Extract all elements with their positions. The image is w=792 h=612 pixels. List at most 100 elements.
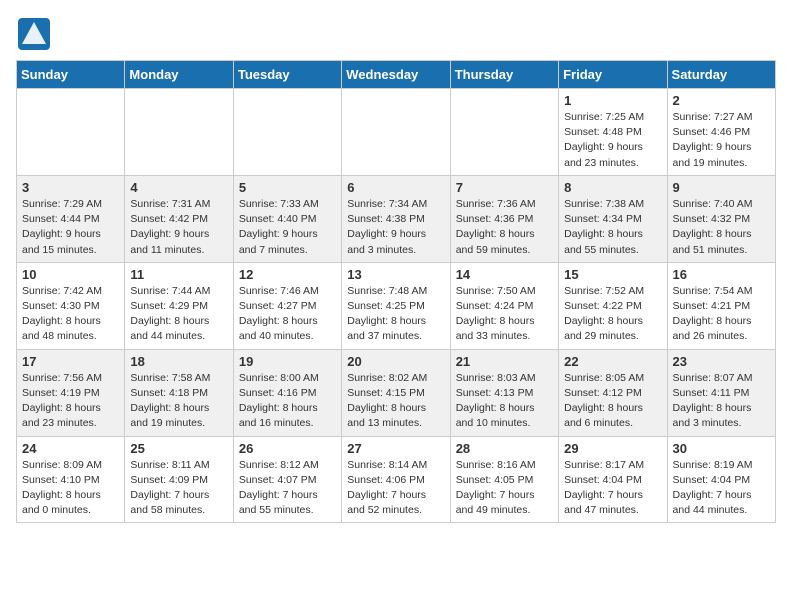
day-info: Sunrise: 7:31 AM Sunset: 4:42 PM Dayligh… (130, 197, 227, 258)
day-number: 14 (456, 267, 553, 282)
day-info: Sunrise: 7:44 AM Sunset: 4:29 PM Dayligh… (130, 284, 227, 345)
calendar-cell: 15 Sunrise: 7:52 AM Sunset: 4:22 PM Dayli… (559, 262, 667, 349)
day-number: 30 (673, 441, 770, 456)
calendar-cell: 22 Sunrise: 8:05 AM Sunset: 4:12 PM Dayli… (559, 349, 667, 436)
day-number: 3 (22, 180, 119, 195)
day-number: 9 (673, 180, 770, 195)
day-info: Sunrise: 8:03 AM Sunset: 4:13 PM Dayligh… (456, 371, 553, 432)
calendar-week-row: 3Sunrise: 7:29 AM Sunset: 4:44 PM Daylig… (17, 175, 776, 262)
day-number: 26 (239, 441, 336, 456)
calendar-cell: 19 Sunrise: 8:00 AM Sunset: 4:16 PM Dayli… (233, 349, 341, 436)
calendar-cell: 5Sunrise: 7:33 AM Sunset: 4:40 PM Daylig… (233, 175, 341, 262)
day-info: Sunrise: 8:19 AM Sunset: 4:04 PM Dayligh… (673, 458, 770, 519)
day-number: 8 (564, 180, 661, 195)
day-info: Sunrise: 8:05 AM Sunset: 4:12 PM Dayligh… (564, 371, 661, 432)
day-info: Sunrise: 8:17 AM Sunset: 4:04 PM Dayligh… (564, 458, 661, 519)
calendar-table: SundayMondayTuesdayWednesdayThursdayFrid… (16, 60, 776, 523)
page-header (16, 16, 776, 52)
day-number: 11 (130, 267, 227, 282)
calendar-cell: 27 Sunrise: 8:14 AM Sunset: 4:06 PM Dayli… (342, 436, 450, 523)
calendar-cell: 18 Sunrise: 7:58 AM Sunset: 4:18 PM Dayli… (125, 349, 233, 436)
day-number: 4 (130, 180, 227, 195)
day-number: 19 (239, 354, 336, 369)
day-number: 17 (22, 354, 119, 369)
calendar-cell (17, 89, 125, 176)
day-number: 29 (564, 441, 661, 456)
day-of-week-header: Saturday (667, 61, 775, 89)
day-of-week-header: Sunday (17, 61, 125, 89)
day-info: Sunrise: 8:11 AM Sunset: 4:09 PM Dayligh… (130, 458, 227, 519)
calendar-cell: 8 Sunrise: 7:38 AM Sunset: 4:34 PM Daylig… (559, 175, 667, 262)
calendar-cell: 7Sunrise: 7:36 AM Sunset: 4:36 PM Daylig… (450, 175, 558, 262)
calendar-cell: 30 Sunrise: 8:19 AM Sunset: 4:04 PM Dayli… (667, 436, 775, 523)
day-number: 22 (564, 354, 661, 369)
calendar-cell (125, 89, 233, 176)
calendar-cell: 25 Sunrise: 8:11 AM Sunset: 4:09 PM Dayli… (125, 436, 233, 523)
day-info: Sunrise: 7:33 AM Sunset: 4:40 PM Dayligh… (239, 197, 336, 258)
day-number: 21 (456, 354, 553, 369)
calendar-cell: 17 Sunrise: 7:56 AM Sunset: 4:19 PM Dayli… (17, 349, 125, 436)
day-info: Sunrise: 7:34 AM Sunset: 4:38 PM Dayligh… (347, 197, 444, 258)
day-number: 10 (22, 267, 119, 282)
day-info: Sunrise: 7:58 AM Sunset: 4:18 PM Dayligh… (130, 371, 227, 432)
day-info: Sunrise: 7:48 AM Sunset: 4:25 PM Dayligh… (347, 284, 444, 345)
day-number: 20 (347, 354, 444, 369)
calendar-cell: 13 Sunrise: 7:48 AM Sunset: 4:25 PM Dayli… (342, 262, 450, 349)
calendar-cell: 12Sunrise: 7:46 AM Sunset: 4:27 PM Dayli… (233, 262, 341, 349)
day-info: Sunrise: 7:38 AM Sunset: 4:34 PM Dayligh… (564, 197, 661, 258)
calendar-cell: 16 Sunrise: 7:54 AM Sunset: 4:21 PM Dayli… (667, 262, 775, 349)
day-info: Sunrise: 7:27 AM Sunset: 4:46 PM Dayligh… (673, 110, 770, 171)
day-info: Sunrise: 7:56 AM Sunset: 4:19 PM Dayligh… (22, 371, 119, 432)
day-of-week-header: Thursday (450, 61, 558, 89)
day-number: 18 (130, 354, 227, 369)
day-info: Sunrise: 8:02 AM Sunset: 4:15 PM Dayligh… (347, 371, 444, 432)
day-of-week-header: Monday (125, 61, 233, 89)
day-number: 16 (673, 267, 770, 282)
day-info: Sunrise: 8:00 AM Sunset: 4:16 PM Dayligh… (239, 371, 336, 432)
calendar-header-row: SundayMondayTuesdayWednesdayThursdayFrid… (17, 61, 776, 89)
calendar-cell: 2Sunrise: 7:27 AM Sunset: 4:46 PM Daylig… (667, 89, 775, 176)
calendar-week-row: 24 Sunrise: 8:09 AM Sunset: 4:10 PM Dayli… (17, 436, 776, 523)
calendar-cell (450, 89, 558, 176)
calendar-cell (233, 89, 341, 176)
day-number: 27 (347, 441, 444, 456)
calendar-cell: 21 Sunrise: 8:03 AM Sunset: 4:13 PM Dayli… (450, 349, 558, 436)
calendar-cell: 14 Sunrise: 7:50 AM Sunset: 4:24 PM Dayli… (450, 262, 558, 349)
day-info: Sunrise: 7:52 AM Sunset: 4:22 PM Dayligh… (564, 284, 661, 345)
day-of-week-header: Tuesday (233, 61, 341, 89)
day-number: 23 (673, 354, 770, 369)
day-info: Sunrise: 7:36 AM Sunset: 4:36 PM Dayligh… (456, 197, 553, 258)
calendar-cell: 10 Sunrise: 7:42 AM Sunset: 4:30 PM Dayli… (17, 262, 125, 349)
day-info: Sunrise: 7:42 AM Sunset: 4:30 PM Dayligh… (22, 284, 119, 345)
calendar-cell: 3Sunrise: 7:29 AM Sunset: 4:44 PM Daylig… (17, 175, 125, 262)
calendar-cell: 20 Sunrise: 8:02 AM Sunset: 4:15 PM Dayli… (342, 349, 450, 436)
day-info: Sunrise: 8:09 AM Sunset: 4:10 PM Dayligh… (22, 458, 119, 519)
logo (16, 16, 56, 52)
day-number: 6 (347, 180, 444, 195)
calendar-cell: 28Sunrise: 8:16 AM Sunset: 4:05 PM Dayli… (450, 436, 558, 523)
day-info: Sunrise: 8:07 AM Sunset: 4:11 PM Dayligh… (673, 371, 770, 432)
day-info: Sunrise: 8:14 AM Sunset: 4:06 PM Dayligh… (347, 458, 444, 519)
day-number: 24 (22, 441, 119, 456)
calendar-week-row: 17 Sunrise: 7:56 AM Sunset: 4:19 PM Dayli… (17, 349, 776, 436)
calendar-cell: 4 Sunrise: 7:31 AM Sunset: 4:42 PM Daylig… (125, 175, 233, 262)
day-number: 13 (347, 267, 444, 282)
calendar-cell: 9 Sunrise: 7:40 AM Sunset: 4:32 PM Daylig… (667, 175, 775, 262)
day-number: 25 (130, 441, 227, 456)
day-info: Sunrise: 7:54 AM Sunset: 4:21 PM Dayligh… (673, 284, 770, 345)
calendar-cell: 11 Sunrise: 7:44 AM Sunset: 4:29 PM Dayli… (125, 262, 233, 349)
logo-icon (16, 16, 52, 52)
day-number: 1 (564, 93, 661, 108)
calendar-cell: 23 Sunrise: 8:07 AM Sunset: 4:11 PM Dayli… (667, 349, 775, 436)
calendar-week-row: 1 Sunrise: 7:25 AM Sunset: 4:48 PM Daylig… (17, 89, 776, 176)
day-number: 28 (456, 441, 553, 456)
day-of-week-header: Wednesday (342, 61, 450, 89)
day-info: Sunrise: 7:25 AM Sunset: 4:48 PM Dayligh… (564, 110, 661, 171)
day-info: Sunrise: 7:50 AM Sunset: 4:24 PM Dayligh… (456, 284, 553, 345)
calendar-body: 1 Sunrise: 7:25 AM Sunset: 4:48 PM Daylig… (17, 89, 776, 523)
day-number: 15 (564, 267, 661, 282)
calendar-cell: 24 Sunrise: 8:09 AM Sunset: 4:10 PM Dayli… (17, 436, 125, 523)
calendar-cell: 1 Sunrise: 7:25 AM Sunset: 4:48 PM Daylig… (559, 89, 667, 176)
calendar-cell: 29 Sunrise: 8:17 AM Sunset: 4:04 PM Dayli… (559, 436, 667, 523)
day-info: Sunrise: 7:40 AM Sunset: 4:32 PM Dayligh… (673, 197, 770, 258)
